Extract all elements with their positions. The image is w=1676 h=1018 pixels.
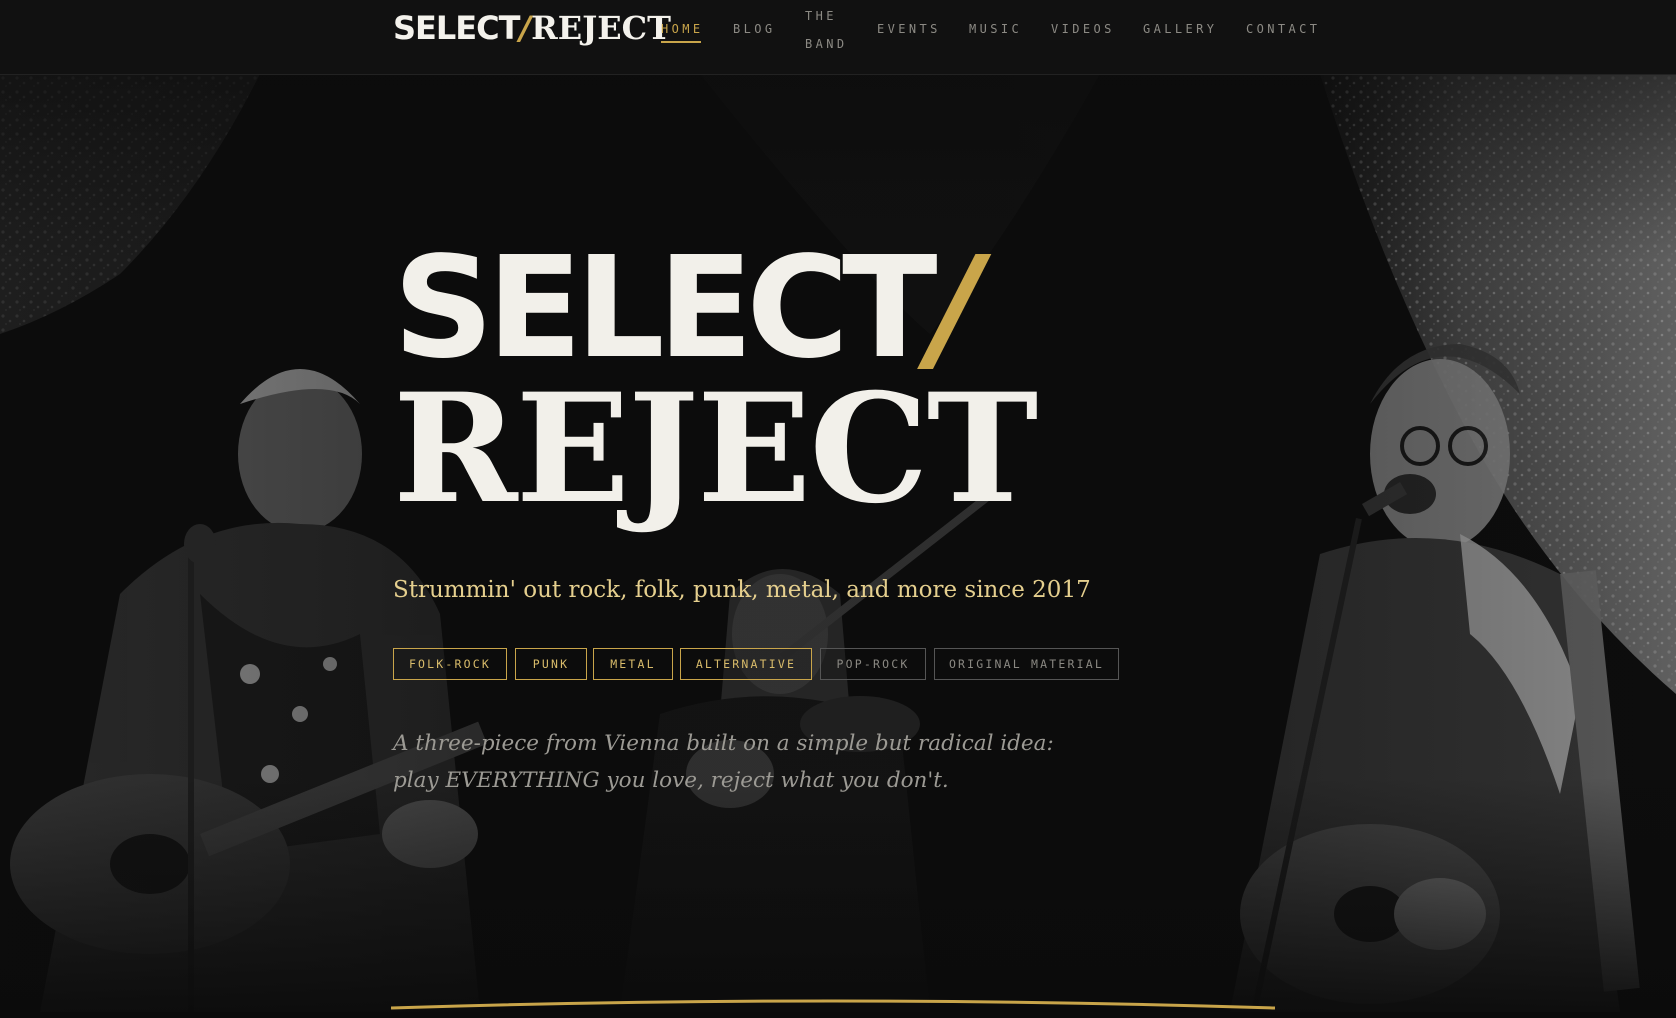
nav-the-band[interactable]: THE BAND bbox=[805, 2, 848, 58]
site-logo[interactable]: SELECT/REJECT bbox=[393, 10, 671, 46]
tag-pop-rock[interactable]: POP-ROCK bbox=[820, 648, 926, 680]
logo-reject: REJECT bbox=[531, 9, 671, 47]
tag-original-material[interactable]: ORIGINAL MATERIAL bbox=[934, 648, 1119, 680]
nav-label-line2: BAND bbox=[805, 37, 848, 51]
nav-music[interactable]: MUSIC bbox=[969, 22, 1022, 36]
tag-metal[interactable]: METAL bbox=[593, 648, 673, 680]
site-header: SELECT/REJECT HOME BLOG THE BAND EVENTS … bbox=[0, 0, 1676, 75]
nav-home[interactable]: HOME bbox=[661, 22, 704, 43]
nav-blog[interactable]: BLOG bbox=[733, 22, 776, 36]
nav-label: GALLERY bbox=[1143, 22, 1218, 36]
tag-folk-rock[interactable]: FOLK-ROCK bbox=[393, 648, 507, 680]
hero-title-line2: REJECT bbox=[393, 361, 1038, 537]
logo-select: SELECT bbox=[393, 9, 520, 47]
tag-punk[interactable]: PUNK bbox=[515, 648, 587, 680]
hero-tagline: Strummin' out rock, folk, punk, metal, a… bbox=[393, 577, 1091, 603]
section-divider bbox=[391, 999, 1275, 1010]
nav-events[interactable]: EVENTS bbox=[877, 22, 941, 36]
nav-label: MUSIC bbox=[969, 22, 1023, 36]
tag-alternative[interactable]: ALTERNATIVE bbox=[680, 648, 812, 680]
nav-contact[interactable]: CONTACT bbox=[1246, 22, 1320, 36]
hero-overlay bbox=[0, 74, 1676, 1012]
nav-label: EVENTS bbox=[877, 22, 941, 36]
nav-label: HOME bbox=[661, 22, 704, 36]
nav-label: BLOG bbox=[733, 22, 776, 36]
nav-active-underline bbox=[661, 41, 701, 43]
nav-label: VIDEOS bbox=[1051, 22, 1115, 36]
hero-title-line1: SELECT/ bbox=[393, 239, 982, 379]
hero-description: A three-piece from Vienna built on a sim… bbox=[393, 731, 1054, 793]
nav-videos[interactable]: VIDEOS bbox=[1051, 22, 1115, 36]
nav-label-line1: THE bbox=[805, 9, 837, 23]
logo-slash: / bbox=[519, 9, 532, 47]
hero-section bbox=[0, 74, 1676, 1012]
nav-label: CONTACT bbox=[1246, 22, 1321, 36]
nav-gallery[interactable]: GALLERY bbox=[1143, 22, 1217, 36]
